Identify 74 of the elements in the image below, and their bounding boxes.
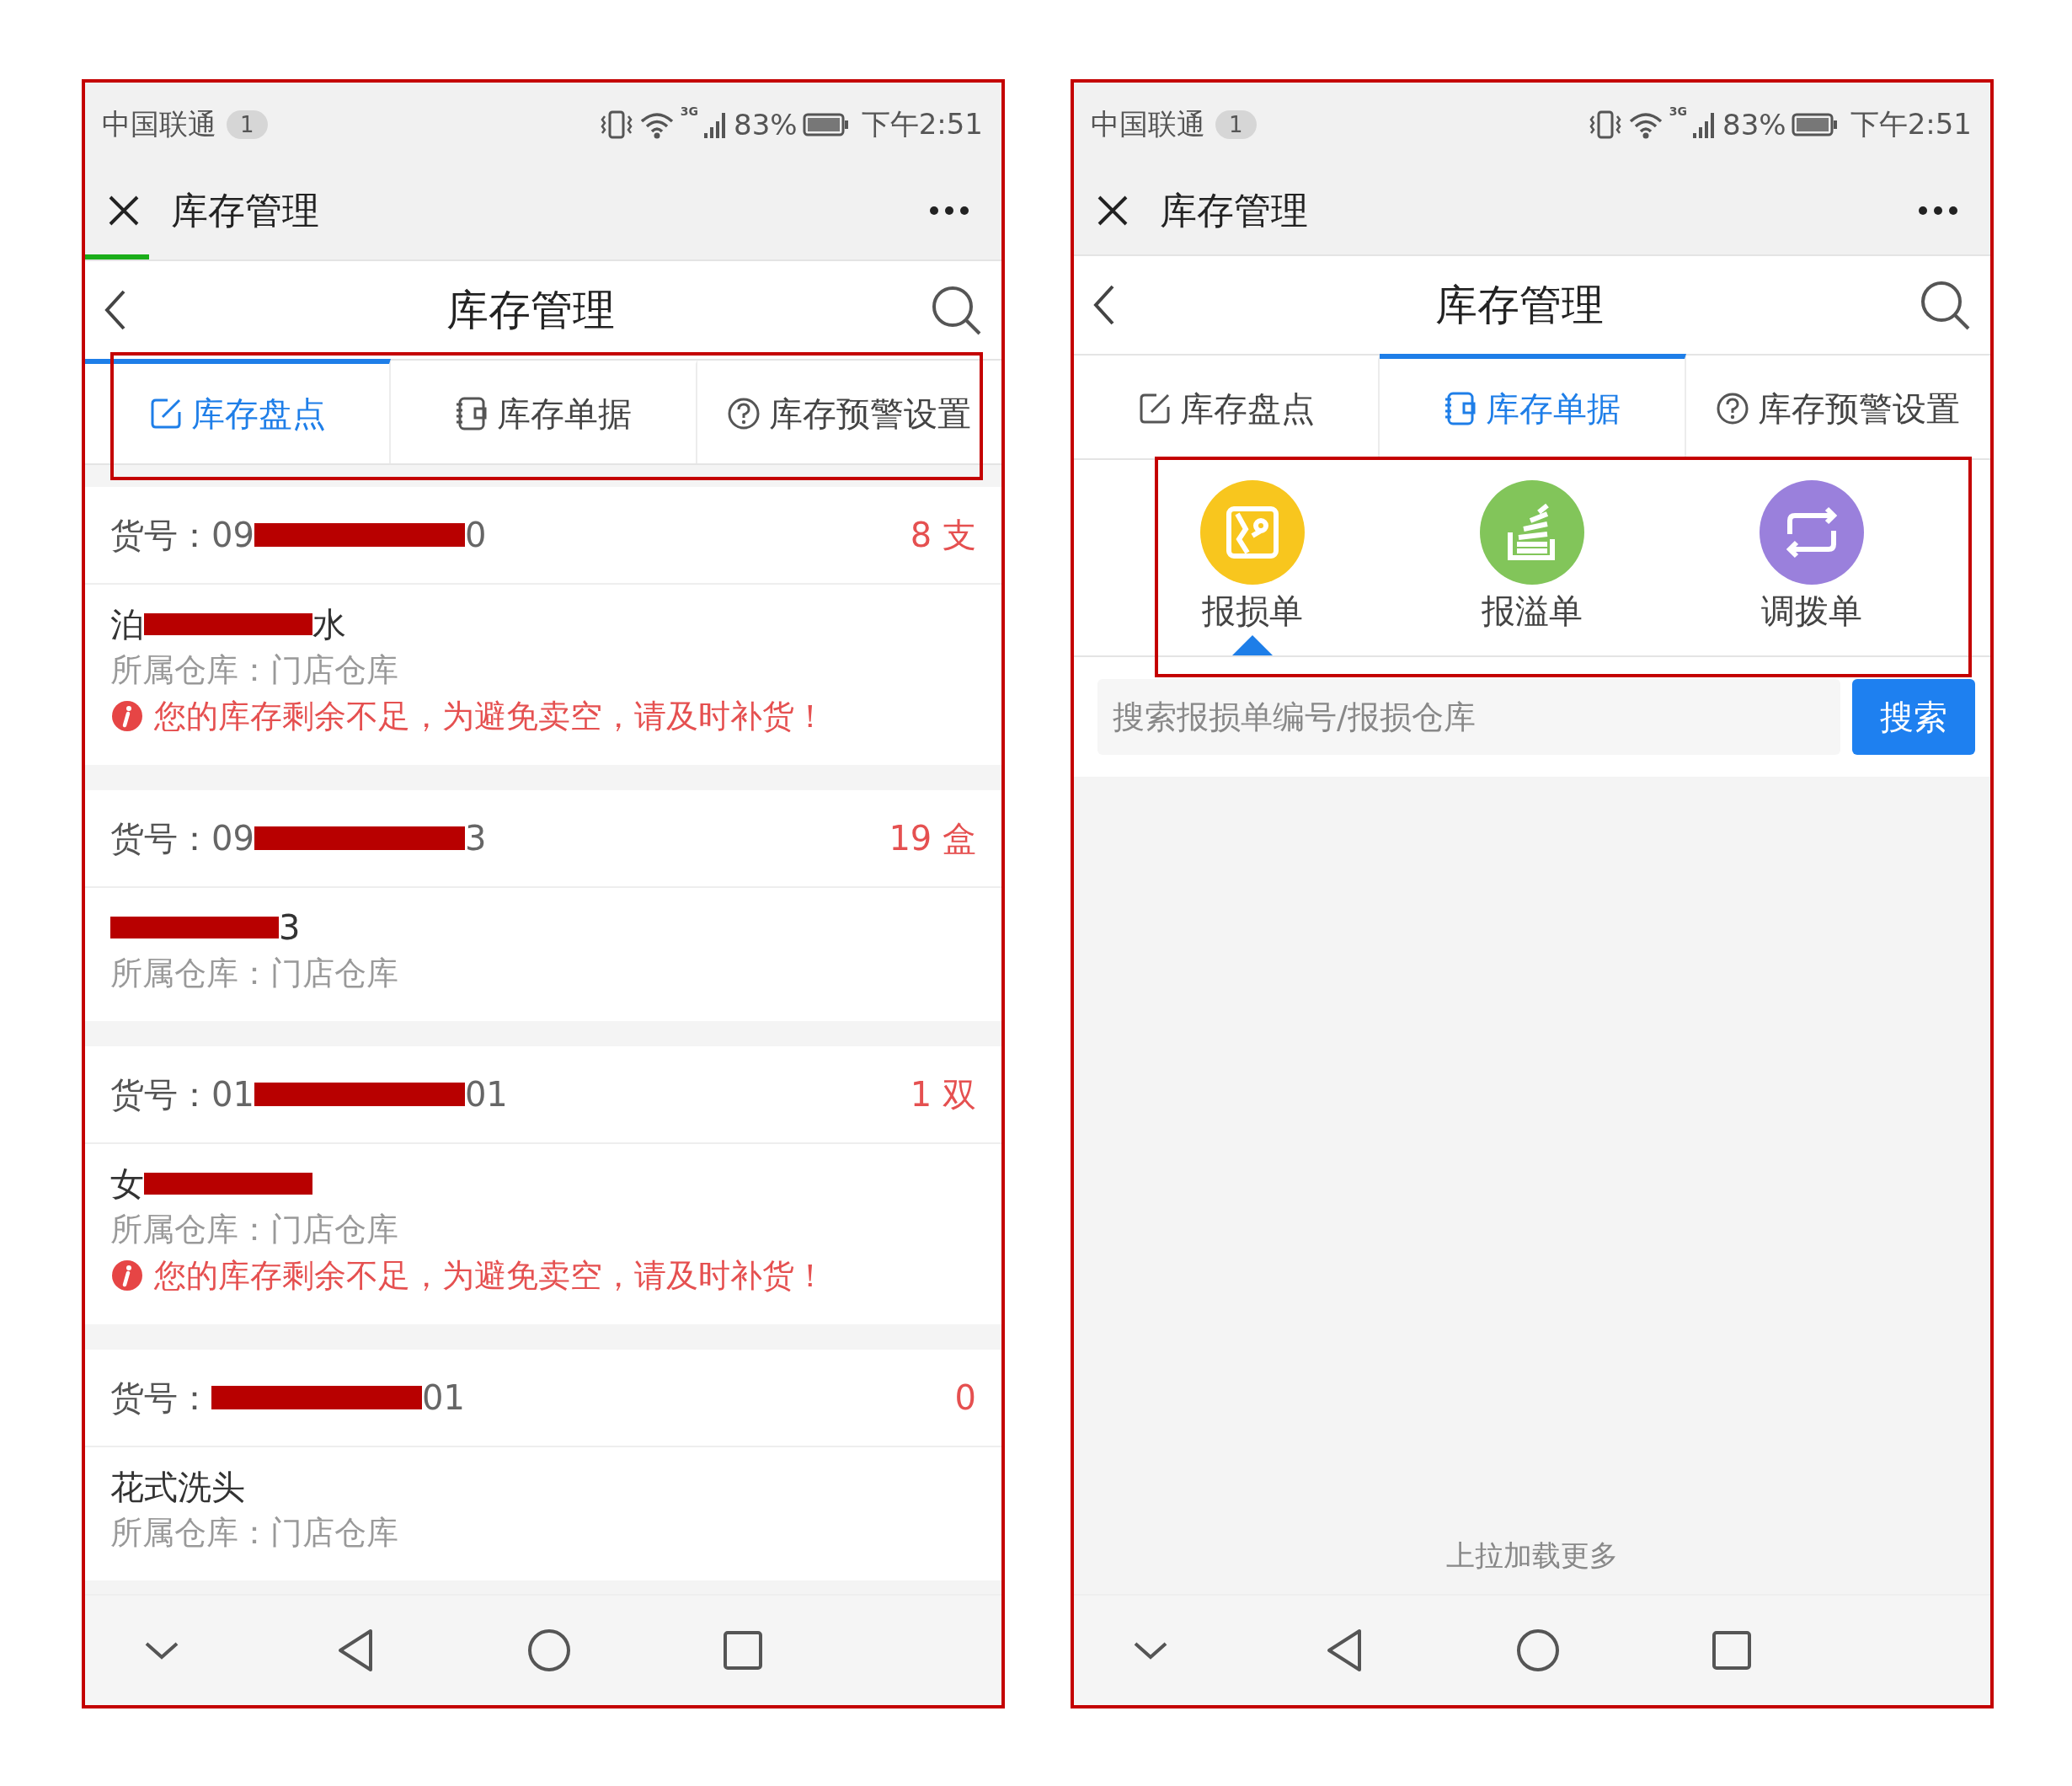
more-icon[interactable]: [1918, 206, 1958, 216]
stock-quantity: 1 双: [910, 1073, 976, 1115]
item-code: 09: [211, 819, 254, 858]
stock-quantity: 8 支: [910, 514, 976, 556]
carrier-name: 中国联通: [102, 106, 216, 142]
info-icon: [110, 1259, 144, 1292]
tab[interactable]: 库存盘点: [1074, 354, 1380, 458]
battery-icon: [1791, 112, 1839, 137]
document-type-label: 报溢单: [1482, 591, 1583, 632]
page-title: 库存管理: [446, 284, 615, 336]
item-code: 01: [211, 1075, 254, 1114]
recent-apps-icon[interactable]: [723, 1630, 763, 1671]
notification-count: 1: [227, 110, 268, 139]
low-stock-warning: 您的库存剩余不足，为避免卖空，请及时补货！: [154, 697, 826, 736]
item-code: 3: [464, 819, 487, 858]
clock-time: 下午2:51: [861, 106, 983, 142]
app-title: 库存管理: [171, 187, 319, 233]
battery-percent: 83%: [734, 108, 798, 142]
item-code-label: 货号：: [110, 1377, 211, 1419]
product-name: 花式洗头: [110, 1467, 245, 1508]
clock-time: 下午2:51: [1850, 106, 1972, 142]
warehouse-text: 所属仓库：门店仓库: [110, 1513, 399, 1553]
tab[interactable]: 库存预警设置: [1685, 354, 1990, 458]
stock-card[interactable]: 货号：01 01 1 双 女 所属仓库：门店仓库 您的库存剩余不足，为避免卖空，请及时补货！: [85, 1046, 1001, 1324]
tab[interactable]: 库存单据: [391, 359, 697, 463]
app-title: 库存管理: [1160, 187, 1308, 233]
document-type-item[interactable]: 报损单: [1113, 460, 1392, 655]
search-button[interactable]: 搜索: [1852, 679, 1975, 755]
item-code: 01: [464, 1075, 508, 1114]
item-code-label: 货号：: [110, 514, 211, 556]
notification-count: 1: [1215, 110, 1257, 139]
home-circle-icon[interactable]: [1515, 1628, 1561, 1673]
help-icon: [1716, 392, 1750, 425]
stock-card[interactable]: 货号： 01 0 花式洗头 所属仓库：门店仓库: [85, 1350, 1001, 1580]
stock-card[interactable]: 货号：09 0 8 支 泊 水 所属仓库：门店仓库 您的库存剩余不足，为避免卖空，请及时补货！: [85, 487, 1001, 765]
help-icon: [727, 397, 761, 430]
document-type-item[interactable]: 报溢单: [1392, 460, 1672, 655]
search-field[interactable]: 搜索报损单编号/报损仓库: [1097, 679, 1840, 755]
low-stock-warning: 您的库存剩余不足，为避免卖空，请及时补货！: [154, 1256, 826, 1296]
product-name: 女: [110, 1163, 144, 1205]
network-type: 3G: [680, 104, 699, 118]
document-type-label: 报损单: [1202, 591, 1303, 632]
document-type-label: 调拨单: [1761, 591, 1862, 632]
document-type-item[interactable]: 调拨单: [1672, 460, 1952, 655]
item-code: 01: [422, 1378, 465, 1417]
home-circle-icon[interactable]: [526, 1628, 572, 1673]
notebook-icon: [455, 396, 489, 431]
notebook-icon: [1444, 391, 1477, 426]
warehouse-text: 所属仓库：门店仓库: [110, 1210, 399, 1249]
network-type: 3G: [1669, 104, 1688, 118]
battery-icon: [802, 112, 850, 137]
product-name: 3: [279, 907, 301, 949]
item-code-label: 货号：: [110, 1073, 211, 1115]
product-name: 泊: [110, 604, 144, 645]
stock-card[interactable]: 货号：09 3 19 盒 3 所属仓库：门店仓库: [85, 790, 1001, 1021]
tab[interactable]: 库存盘点: [85, 359, 392, 463]
tab[interactable]: 库存预警设置: [697, 359, 1001, 463]
carrier-name: 中国联通: [1091, 106, 1205, 142]
load-more-hint: 上拉加载更多: [1446, 1537, 1618, 1574]
stock-quantity: 0: [954, 1378, 976, 1417]
warehouse-text: 所属仓库：门店仓库: [110, 954, 399, 993]
item-code-label: 货号：: [110, 817, 211, 859]
more-icon[interactable]: [929, 206, 969, 216]
item-code: 0: [464, 516, 487, 554]
recent-apps-icon[interactable]: [1712, 1630, 1752, 1671]
stock-quantity: 19 盒: [889, 817, 976, 859]
item-code: 09: [211, 516, 254, 554]
info-icon: [110, 699, 144, 733]
back-triangle-icon[interactable]: [337, 1628, 374, 1673]
battery-percent: 83%: [1722, 108, 1786, 142]
back-triangle-icon[interactable]: [1326, 1628, 1363, 1673]
product-name: 水: [312, 604, 346, 645]
page-title: 库存管理: [1435, 279, 1604, 331]
warehouse-text: 所属仓库：门店仓库: [110, 650, 399, 690]
